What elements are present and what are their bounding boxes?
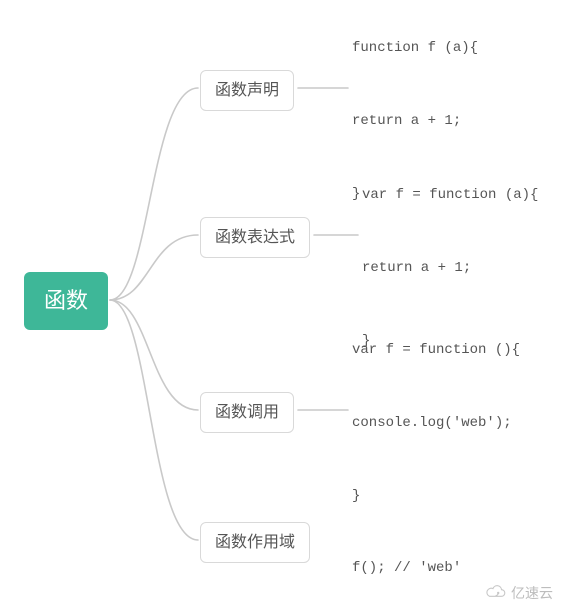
code-block-invocation: var f = function (){ console.log('web');… (352, 332, 520, 587)
child-node-declaration[interactable]: 函数声明 (200, 70, 294, 111)
cloud-icon (485, 585, 507, 601)
watermark: 亿速云 (485, 583, 553, 603)
child-node-invocation[interactable]: 函数调用 (200, 392, 294, 433)
child-label: 函数作用域 (215, 534, 295, 551)
child-label: 函数声明 (215, 82, 279, 99)
child-label: 函数调用 (215, 404, 279, 421)
child-node-expression[interactable]: 函数表达式 (200, 217, 310, 258)
child-label: 函数表达式 (215, 229, 295, 246)
child-node-scope[interactable]: 函数作用域 (200, 522, 310, 563)
root-label: 函数 (44, 288, 88, 313)
mindmap-canvas: 函数 函数声明 function f (a){ return a + 1; } … (0, 0, 561, 609)
root-node[interactable]: 函数 (24, 272, 108, 330)
watermark-text: 亿速云 (511, 583, 553, 603)
